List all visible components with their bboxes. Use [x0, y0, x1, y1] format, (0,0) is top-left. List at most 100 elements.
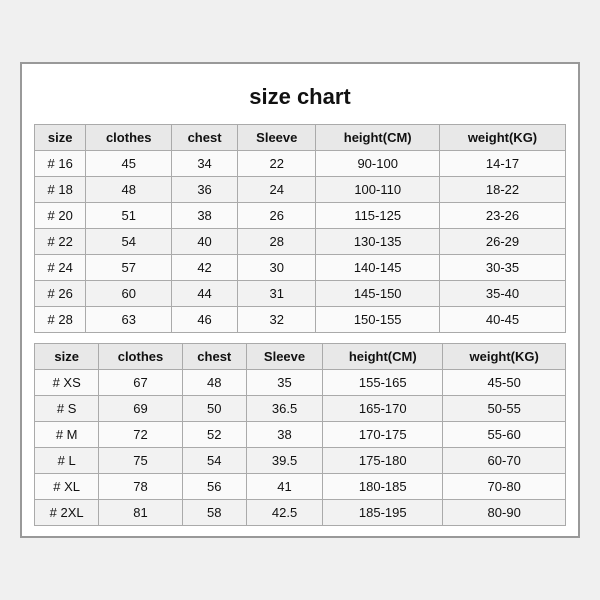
table-cell: 63 [86, 307, 172, 333]
table-cell: 40-45 [439, 307, 565, 333]
table-cell: 54 [182, 448, 246, 474]
column-header: weight(KG) [443, 344, 566, 370]
table-cell: 42 [172, 255, 238, 281]
size-table-1: sizeclotheschestSleeveheight(CM)weight(K… [34, 124, 566, 333]
column-header: chest [172, 125, 238, 151]
table-row: # 24574230140-14530-35 [35, 255, 566, 281]
table-cell: 150-155 [316, 307, 440, 333]
table-cell: 60 [86, 281, 172, 307]
table-cell: 52 [182, 422, 246, 448]
table-row: # 22544028130-13526-29 [35, 229, 566, 255]
table-cell: 57 [86, 255, 172, 281]
table-cell: 34 [172, 151, 238, 177]
table-cell: # 24 [35, 255, 86, 281]
table-cell: 67 [99, 370, 182, 396]
table-cell: 48 [182, 370, 246, 396]
table-cell: 155-165 [323, 370, 443, 396]
table-cell: # 28 [35, 307, 86, 333]
chart-title: size chart [34, 74, 566, 124]
table-cell: 32 [238, 307, 316, 333]
table-cell: 28 [238, 229, 316, 255]
table-cell: 69 [99, 396, 182, 422]
table-cell: 140-145 [316, 255, 440, 281]
table-cell: 24 [238, 177, 316, 203]
column-header: weight(KG) [439, 125, 565, 151]
table-cell: 115-125 [316, 203, 440, 229]
table-cell: 72 [99, 422, 182, 448]
table-cell: # M [35, 422, 99, 448]
table-cell: 55-60 [443, 422, 566, 448]
column-header: size [35, 125, 86, 151]
table-cell: 45-50 [443, 370, 566, 396]
table-cell: 81 [99, 500, 182, 526]
column-header: size [35, 344, 99, 370]
size-chart-container: size chart sizeclotheschestSleeveheight(… [20, 62, 580, 538]
table-row: # XS674835155-16545-50 [35, 370, 566, 396]
column-header: Sleeve [246, 344, 322, 370]
table-cell: 39.5 [246, 448, 322, 474]
column-header: chest [182, 344, 246, 370]
table-cell: 56 [182, 474, 246, 500]
table-cell: 180-185 [323, 474, 443, 500]
table-row: # 2XL815842.5185-19580-90 [35, 500, 566, 526]
table-cell: 48 [86, 177, 172, 203]
table-cell: 90-100 [316, 151, 440, 177]
table-cell: 50 [182, 396, 246, 422]
table-cell: 31 [238, 281, 316, 307]
table-cell: # 16 [35, 151, 86, 177]
table-cell: 42.5 [246, 500, 322, 526]
table-cell: 70-80 [443, 474, 566, 500]
column-header: Sleeve [238, 125, 316, 151]
table-cell: 50-55 [443, 396, 566, 422]
table-cell: 46 [172, 307, 238, 333]
table-cell: 145-150 [316, 281, 440, 307]
table-cell: 175-180 [323, 448, 443, 474]
table-cell: 130-135 [316, 229, 440, 255]
table-row: # XL785641180-18570-80 [35, 474, 566, 500]
table-row: # 1645342290-10014-17 [35, 151, 566, 177]
table-cell: # 2XL [35, 500, 99, 526]
table-row: # 20513826115-12523-26 [35, 203, 566, 229]
column-header: height(CM) [316, 125, 440, 151]
table-cell: 38 [172, 203, 238, 229]
table-cell: 185-195 [323, 500, 443, 526]
table-row: # 28634632150-15540-45 [35, 307, 566, 333]
table-cell: 44 [172, 281, 238, 307]
table-cell: # XL [35, 474, 99, 500]
table-row: # 18483624100-11018-22 [35, 177, 566, 203]
table2-header-row: sizeclotheschestSleeveheight(CM)weight(K… [35, 344, 566, 370]
table-cell: 51 [86, 203, 172, 229]
table-cell: 80-90 [443, 500, 566, 526]
table-cell: 36 [172, 177, 238, 203]
table-cell: 170-175 [323, 422, 443, 448]
table1-header-row: sizeclotheschestSleeveheight(CM)weight(K… [35, 125, 566, 151]
table-row: # 26604431145-15035-40 [35, 281, 566, 307]
table-cell: # L [35, 448, 99, 474]
table-cell: 60-70 [443, 448, 566, 474]
table-cell: # 26 [35, 281, 86, 307]
table-cell: # 22 [35, 229, 86, 255]
table-cell: 14-17 [439, 151, 565, 177]
table-cell: 26 [238, 203, 316, 229]
table-cell: # S [35, 396, 99, 422]
table-row: # L755439.5175-18060-70 [35, 448, 566, 474]
table-cell: 22 [238, 151, 316, 177]
table-cell: # 20 [35, 203, 86, 229]
table-cell: # 18 [35, 177, 86, 203]
table-cell: 35-40 [439, 281, 565, 307]
table-cell: 30-35 [439, 255, 565, 281]
table-cell: 75 [99, 448, 182, 474]
table-cell: 54 [86, 229, 172, 255]
table-cell: 30 [238, 255, 316, 281]
column-header: height(CM) [323, 344, 443, 370]
table-cell: 36.5 [246, 396, 322, 422]
table-cell: 58 [182, 500, 246, 526]
table-cell: 38 [246, 422, 322, 448]
table-cell: 78 [99, 474, 182, 500]
table-cell: 26-29 [439, 229, 565, 255]
table-cell: 18-22 [439, 177, 565, 203]
column-header: clothes [99, 344, 182, 370]
table-cell: 165-170 [323, 396, 443, 422]
table-cell: 23-26 [439, 203, 565, 229]
table-cell: 100-110 [316, 177, 440, 203]
